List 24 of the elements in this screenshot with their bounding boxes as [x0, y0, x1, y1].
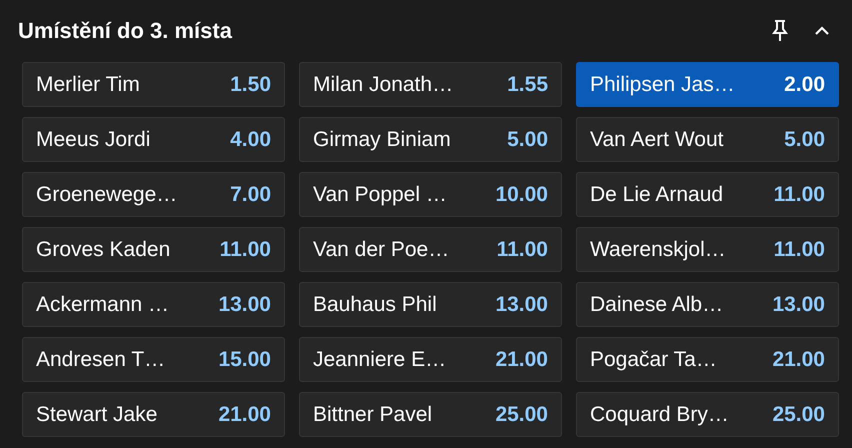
odds-button[interactable]: Merlier Tim 1.50	[22, 62, 285, 107]
odds-button[interactable]: Coquard Bry… 25.00	[576, 392, 839, 437]
pin-icon[interactable]	[772, 20, 788, 42]
odds-button[interactable]: Stewart Jake 21.00	[22, 392, 285, 437]
odds-button[interactable]: Groenewege… 7.00	[22, 172, 285, 217]
odds-button[interactable]: Bittner Pavel 25.00	[299, 392, 562, 437]
market-title: Umístění do 3. místa	[18, 18, 232, 44]
odds-button[interactable]: Van Poppel … 10.00	[299, 172, 562, 217]
odds-button[interactable]: Philipsen Jas… 2.00	[576, 62, 839, 107]
odds-button[interactable]: Groves Kaden 11.00	[22, 227, 285, 272]
odds-button[interactable]: Bauhaus Phil 13.00	[299, 282, 562, 327]
odds-button[interactable]: Andresen T… 15.00	[22, 337, 285, 382]
odds-button[interactable]: Van Aert Wout 5.00	[576, 117, 839, 162]
odds-button[interactable]: De Lie Arnaud 11.00	[576, 172, 839, 217]
chevron-up-icon[interactable]	[814, 26, 830, 36]
odds-button[interactable]: Pogačar Ta… 21.00	[576, 337, 839, 382]
odds-button[interactable]: Van der Poe… 11.00	[299, 227, 562, 272]
odds-button[interactable]: Dainese Alb… 13.00	[576, 282, 839, 327]
odds-button[interactable]: Ackermann … 13.00	[22, 282, 285, 327]
odds-button[interactable]: Girmay Biniam 5.00	[299, 117, 562, 162]
odds-button[interactable]: Milan Jonath… 1.55	[299, 62, 562, 107]
odds-button[interactable]: Jeanniere E… 21.00	[299, 337, 562, 382]
odds-button[interactable]: Meeus Jordi 4.00	[22, 117, 285, 162]
odds-button[interactable]: Waerenskjol… 11.00	[576, 227, 839, 272]
